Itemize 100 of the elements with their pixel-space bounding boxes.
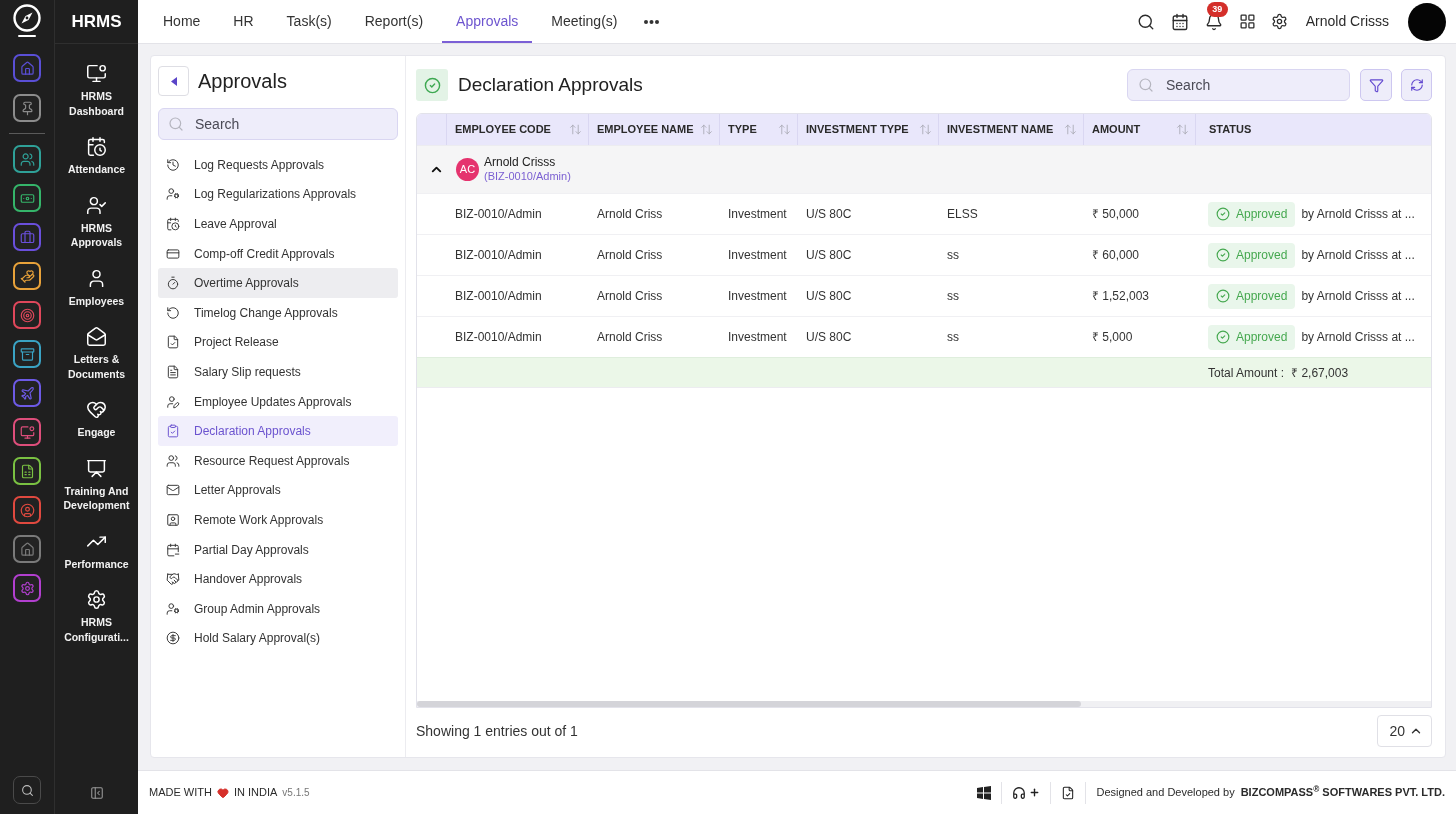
page-size-select[interactable]: 20 [1377, 715, 1432, 747]
user-gear-icon [166, 601, 180, 616]
collapse-sidebar-button[interactable] [89, 786, 104, 800]
table-cell-text: Arnold Criss [597, 329, 663, 346]
search-field[interactable]: Search [1127, 69, 1350, 101]
target-icon [19, 307, 35, 323]
column-header: STATUS [1208, 122, 1253, 138]
approval-menu-item[interactable]: Overtime Approvals [158, 268, 398, 298]
rotate-icon [166, 305, 180, 320]
rail-app-button[interactable] [13, 340, 41, 368]
nav-tab[interactable]: Meeting(s) [537, 0, 632, 43]
settings-icon [86, 589, 107, 610]
clipboard-check-icon [166, 424, 180, 439]
calendar-clock-icon [86, 136, 107, 157]
user-pen-icon [166, 394, 180, 409]
table-cell-text: ELSS [947, 206, 978, 223]
table-cell-text: Arnold Criss [597, 206, 663, 223]
document-icon [166, 364, 180, 379]
headset-icon[interactable] [1012, 785, 1027, 800]
status-badge: Approved [1208, 283, 1296, 309]
briefcase-icon [19, 229, 35, 245]
scrollbar-thumb[interactable] [417, 701, 1081, 707]
rail-app-button[interactable] [13, 535, 41, 563]
table-cell-text: Investment [728, 329, 787, 346]
pin-icon [19, 100, 35, 116]
user-gear-icon [166, 187, 180, 202]
rail-app-button[interactable] [13, 94, 41, 122]
rail-app-button[interactable] [13, 418, 41, 446]
filter-button[interactable] [1360, 69, 1392, 101]
user-square-icon [166, 512, 180, 527]
nav-tab[interactable]: Approvals [442, 0, 533, 43]
table-cell-text: U/S 80C [806, 206, 852, 223]
user-circle-icon [19, 502, 35, 518]
search-field[interactable]: Search [158, 108, 398, 140]
approval-note: by Arnold Crisss at ... [1301, 206, 1415, 223]
sidebar-nav-item[interactable]: Employees [55, 267, 138, 308]
approval-note: by Arnold Crisss at ... [1301, 288, 1415, 305]
credit-text: Designed and Developed by [1096, 785, 1235, 801]
refresh-button[interactable] [1401, 69, 1432, 101]
rail-app-button[interactable] [13, 496, 41, 524]
nav-tab[interactable]: HR [219, 0, 268, 43]
user-name[interactable]: Arnold Crisss [1305, 11, 1389, 32]
nav-tab[interactable]: Home [149, 0, 215, 43]
version-text: v5.1.5 [282, 786, 310, 800]
people-icon [166, 453, 180, 468]
refresh-icon [1409, 78, 1424, 92]
presentation-board-icon [86, 457, 107, 479]
avatar-placeholder[interactable] [1408, 2, 1446, 41]
table-cell-text: U/S 80C [806, 288, 852, 305]
file-check-icon[interactable] [1061, 785, 1076, 800]
table-cell-text: Arnold Criss [597, 288, 663, 305]
filter-icon [1368, 77, 1384, 93]
panel-title: Approvals [198, 69, 287, 94]
sidebar-nav-item[interactable]: HRMS Approvals [55, 194, 138, 250]
table-cell-text: ss [947, 247, 959, 264]
total-amount: ₹ 2,67,003 [1291, 364, 1349, 382]
back-button[interactable] [158, 66, 189, 96]
table-cell-text: BIZ-0010/Admin [455, 329, 542, 346]
notification-badge: 39 [1206, 1, 1228, 17]
rail-app-button[interactable] [13, 184, 41, 212]
nav-tab[interactable]: Report(s) [350, 0, 438, 43]
grid-icon [1239, 13, 1257, 30]
search-icon [1136, 12, 1155, 31]
sidebar-nav-item[interactable]: HRMS Dashboard [55, 63, 138, 118]
monitor-icon [19, 424, 35, 440]
table-cell-text: Investment [728, 206, 787, 223]
rail-app-button[interactable] [13, 574, 41, 602]
hand-heart-icon [19, 268, 35, 284]
plus-icon[interactable] [1029, 787, 1041, 798]
sidebar-nav-item[interactable]: Letters & Documents [55, 326, 138, 381]
rail-app-button[interactable] [13, 379, 41, 407]
rail-app-button[interactable] [13, 301, 41, 329]
company-name: BIZCOMPASS$^{®}$ SOFTWARES PVT. LTD. [1240, 784, 1445, 801]
windows-logo-icon[interactable] [977, 785, 992, 800]
table-cell-text: BIZ-0010/Admin [455, 288, 542, 305]
rail-app-button[interactable] [13, 262, 41, 290]
envelope-icon [86, 326, 107, 347]
table-cell-text: ₹ 5,000 [1092, 329, 1133, 346]
sidebar-nav-item[interactable]: Performance [55, 530, 138, 571]
notifications-button[interactable]: 39 [1196, 4, 1231, 39]
nav-tab[interactable]: Task(s) [272, 0, 346, 43]
house-icon [19, 541, 35, 557]
status-badge: Approved [1208, 201, 1296, 227]
total-label: Total Amount : [1208, 364, 1285, 382]
rail-app-button[interactable] [13, 145, 41, 173]
avatar-initials: AC [456, 158, 479, 181]
airplane-icon [19, 385, 35, 401]
horizontal-scrollbar[interactable] [417, 701, 1431, 707]
calendar-minus-icon [166, 542, 180, 557]
check-circle-icon [1216, 248, 1230, 262]
rail-app-button[interactable] [13, 457, 41, 485]
timer-icon [166, 276, 180, 291]
sidebar-nav-item[interactable]: Training And Development [55, 457, 138, 513]
sidebar-nav-item[interactable]: Attendance [55, 136, 138, 177]
sidebar-nav-item[interactable]: HRMS Configurati... [55, 589, 138, 644]
search-button[interactable] [13, 776, 41, 804]
sidebar-nav-item[interactable]: Engage [55, 399, 138, 440]
approval-menu-item[interactable]: Declaration Approvals [158, 416, 398, 446]
check-circle-icon [1216, 207, 1230, 221]
entries-summary: Showing 1 entries out of 1 [416, 721, 578, 741]
